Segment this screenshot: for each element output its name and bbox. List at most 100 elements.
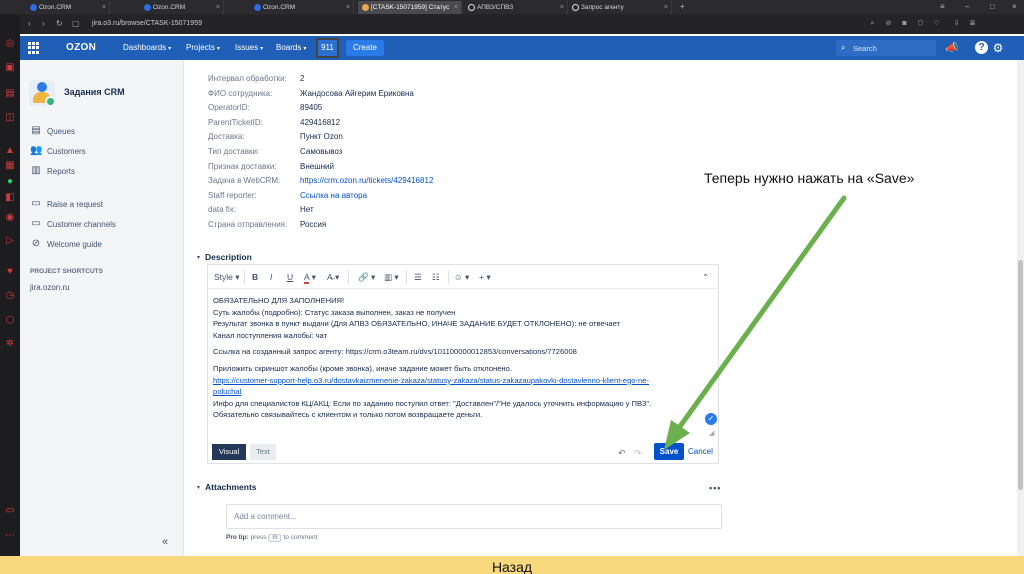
- project-avatar[interactable]: [29, 80, 56, 107]
- settings-gear-icon[interactable]: ⚙: [990, 40, 1006, 56]
- tab-ctask[interactable]: [CTASK-15071959] Статус ×: [358, 1, 462, 14]
- ozon-logo[interactable]: OZON: [66, 41, 96, 55]
- sidebar-item-queues[interactable]: ▤ Queues: [30, 124, 75, 138]
- description-text[interactable]: ОБЯЗАТЕЛЬНО ДЛЯ ЗАПОЛНЕНИЯ! Суть жалобы …: [213, 295, 713, 426]
- sidebar-item-welcome-guide[interactable]: ⊘ Welcome guide: [30, 237, 102, 251]
- comment-input[interactable]: [227, 505, 721, 528]
- text-color-button[interactable]: A ▾: [304, 271, 316, 284]
- easy-setup-icon[interactable]: ≣: [968, 19, 977, 28]
- grammar-check-icon[interactable]: ✓: [705, 413, 717, 425]
- help-link-continued[interactable]: poluchal: [213, 386, 713, 398]
- window-close-icon[interactable]: ×: [1012, 0, 1017, 14]
- message-icon[interactable]: ◧: [4, 192, 16, 204]
- target-icon[interactable]: ◉: [4, 212, 16, 224]
- tab-ozon-crm-1[interactable]: Ozon.CRM ×: [26, 1, 110, 14]
- help-icon[interactable]: ?: [975, 41, 988, 54]
- twitch-icon[interactable]: ▤: [4, 88, 16, 100]
- back-link[interactable]: Назад: [492, 559, 532, 574]
- collapse-sidebar-icon[interactable]: «: [162, 536, 168, 548]
- reader-icon[interactable]: ◫: [4, 112, 16, 124]
- new-tab-icon[interactable]: +: [680, 0, 685, 14]
- menu-icon[interactable]: ≡: [940, 0, 945, 14]
- search-input[interactable]: [853, 41, 931, 55]
- close-icon[interactable]: ×: [346, 1, 350, 14]
- more-formatting-icon[interactable]: A̶ ▾: [327, 271, 339, 283]
- back-icon[interactable]: ‹: [28, 18, 31, 30]
- url-field[interactable]: jira.o3.ru/browse/CTASK-15071959: [92, 18, 202, 30]
- heart-ext-icon[interactable]: ♡: [932, 19, 941, 28]
- tab-ozon-crm-2[interactable]: Ozon.CRM ×: [140, 1, 224, 14]
- sidebar-item-raise-request[interactable]: ▭ Raise a request: [30, 197, 103, 211]
- apps-icon[interactable]: ▦: [4, 160, 16, 172]
- redo-icon[interactable]: ↷: [634, 448, 642, 458]
- close-icon[interactable]: ×: [664, 1, 668, 14]
- sidebar-item-reports[interactable]: ▥ Reports: [30, 164, 75, 178]
- attachments-header[interactable]: ▾ Attachments: [197, 482, 257, 492]
- page-scrollbar[interactable]: [1017, 60, 1024, 556]
- numbered-list-icon[interactable]: ☷: [432, 271, 440, 283]
- cancel-button[interactable]: Cancel: [688, 444, 713, 459]
- bullet-list-icon[interactable]: ☰: [414, 271, 422, 283]
- shop-icon[interactable]: ▣: [4, 62, 16, 74]
- text-mode-tab[interactable]: Text: [250, 444, 276, 460]
- visual-mode-tab[interactable]: Visual: [212, 444, 246, 460]
- sidebar-item-customer-channels[interactable]: ▭ Customer channels: [30, 217, 116, 231]
- more-icon[interactable]: ⋯: [4, 530, 16, 542]
- field-link[interactable]: Ссылка на автора: [300, 189, 367, 204]
- attachment-icon[interactable]: ▥ ▾: [384, 271, 399, 283]
- close-icon[interactable]: ×: [560, 1, 564, 14]
- field-link[interactable]: https://crm.ozon.ru/tickets/429416812: [300, 174, 433, 189]
- insert-more-icon[interactable]: + ▾: [479, 271, 491, 283]
- nav-boards[interactable]: Boards ▾: [276, 41, 306, 56]
- whatsapp-icon[interactable]: ●: [4, 176, 16, 188]
- style-dropdown[interactable]: Style ▾: [214, 271, 240, 283]
- send-icon[interactable]: ▷: [4, 235, 16, 247]
- nav-issues[interactable]: Issues ▾: [235, 41, 263, 56]
- cube-icon[interactable]: ⬡: [4, 315, 16, 327]
- help-link[interactable]: https://customer-support-help.o3.ru/dost…: [213, 375, 713, 387]
- announcement-icon[interactable]: 📣: [944, 40, 960, 56]
- app-switcher-icon[interactable]: [28, 42, 40, 54]
- history-icon[interactable]: ◷: [4, 290, 16, 302]
- settings-icon[interactable]: ✲: [4, 338, 16, 350]
- camera-icon[interactable]: ◙: [900, 19, 909, 28]
- sidebar-item-customers[interactable]: 👥 Customers: [30, 144, 86, 158]
- description-editor[interactable]: Style ▾ B I U A ▾ A̶ ▾ 🔗 ▾ ▥ ▾ ☰ ☷ ☺ ▾ +…: [207, 264, 719, 464]
- resize-handle-icon[interactable]: ◢: [709, 429, 717, 437]
- save-button[interactable]: Save: [654, 443, 684, 460]
- maximize-icon[interactable]: □: [990, 0, 995, 14]
- close-icon[interactable]: ×: [102, 1, 106, 14]
- cube-ext-icon[interactable]: ⬡: [916, 19, 925, 28]
- collapse-toolbar-icon[interactable]: ⌃: [702, 271, 709, 283]
- tab-ozon-crm-3[interactable]: Ozon.CRM ×: [250, 1, 354, 14]
- search-field[interactable]: ⌕: [836, 40, 936, 56]
- close-icon[interactable]: ×: [216, 1, 220, 14]
- description-header[interactable]: ▾ Description: [197, 252, 252, 262]
- zoom-icon[interactable]: ⌕: [868, 19, 877, 28]
- opera-icon[interactable]: ◎: [4, 38, 16, 50]
- bold-button[interactable]: B: [252, 271, 258, 283]
- flame-icon[interactable]: ▲: [4, 145, 16, 157]
- link-icon[interactable]: 🔗 ▾: [358, 271, 375, 283]
- nav-dashboards[interactable]: Dashboards ▾: [123, 41, 171, 56]
- attachments-more-icon[interactable]: •••: [709, 483, 721, 493]
- nav-badge-911[interactable]: 911: [316, 38, 339, 58]
- sidebar-toggle-icon[interactable]: ▭: [4, 505, 16, 517]
- nav-projects[interactable]: Projects ▾: [186, 41, 220, 56]
- tab-apvz[interactable]: АПВЗ/СПВЗ ×: [464, 1, 568, 14]
- download-icon[interactable]: ⇩: [952, 19, 961, 28]
- comment-field[interactable]: [226, 504, 722, 529]
- create-button[interactable]: Create: [346, 40, 384, 56]
- minimize-icon[interactable]: –: [965, 0, 969, 14]
- italic-button[interactable]: I: [270, 271, 272, 283]
- scroll-thumb[interactable]: [1018, 260, 1023, 490]
- shortcut-jira-ozon[interactable]: jira.ozon.ru: [30, 283, 70, 292]
- reload-icon[interactable]: ↻: [56, 18, 63, 30]
- close-icon[interactable]: ×: [454, 1, 458, 14]
- undo-icon[interactable]: ↶: [618, 448, 626, 458]
- tracker-icon[interactable]: ⊘: [884, 19, 893, 28]
- heart-icon[interactable]: ♥: [4, 266, 16, 278]
- tab-agent-request[interactable]: Запрос агенту ×: [568, 1, 672, 14]
- project-name[interactable]: Задания CRM: [64, 87, 125, 97]
- forward-icon[interactable]: ›: [42, 18, 45, 30]
